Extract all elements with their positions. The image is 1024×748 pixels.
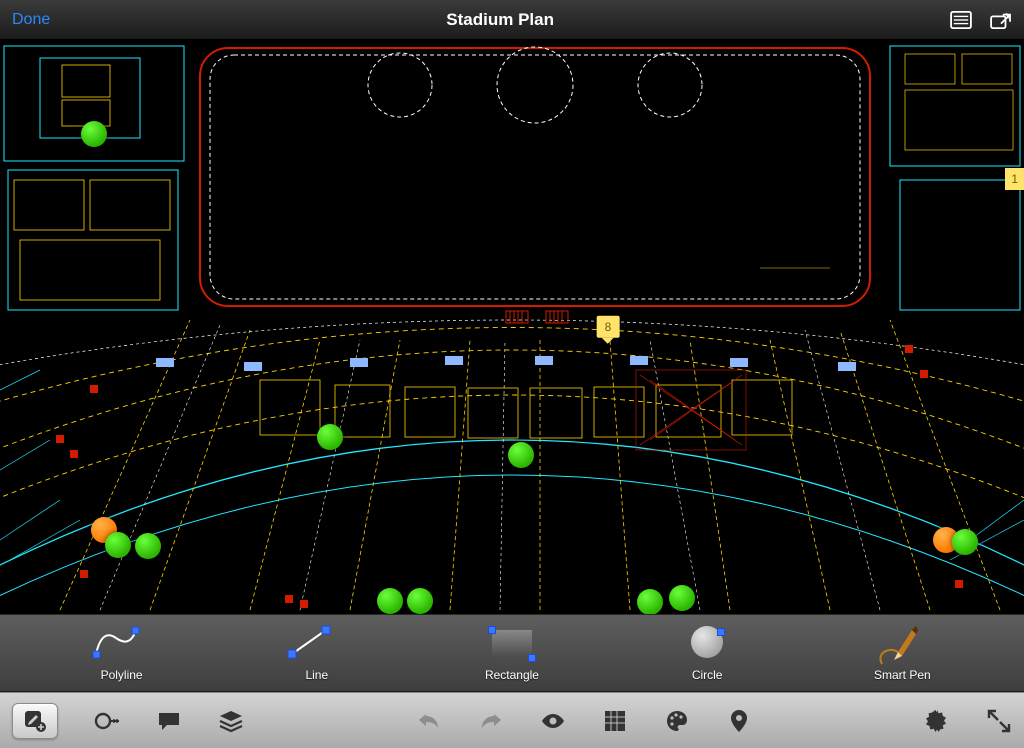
- tool-label: Circle: [692, 668, 723, 682]
- tool-circle[interactable]: Circle: [677, 624, 737, 682]
- marker-green[interactable]: [669, 585, 695, 611]
- measure-icon[interactable]: [94, 708, 120, 734]
- visibility-icon[interactable]: [540, 708, 566, 734]
- marker-green[interactable]: [508, 442, 534, 468]
- circle-icon: [677, 624, 737, 664]
- undo-icon[interactable]: [416, 708, 442, 734]
- tool-label: Line: [305, 668, 328, 682]
- marker-green[interactable]: [81, 121, 107, 147]
- bottom-action-bar: [0, 692, 1024, 748]
- palette-icon[interactable]: [664, 708, 690, 734]
- layers-icon[interactable]: [218, 708, 244, 734]
- pencil-plus-icon: [24, 710, 46, 732]
- cad-background: [0, 40, 1024, 614]
- drawing-canvas[interactable]: 8 1: [0, 40, 1024, 614]
- marker-green[interactable]: [952, 529, 978, 555]
- redo-icon[interactable]: [478, 708, 504, 734]
- tool-label: Polyline: [101, 668, 143, 682]
- location-pin-icon[interactable]: [726, 708, 752, 734]
- navbar-actions: [950, 11, 1012, 29]
- share-icon[interactable]: [990, 11, 1012, 29]
- note-edge[interactable]: 1: [1005, 168, 1024, 190]
- settings-gear-icon[interactable]: [924, 708, 950, 734]
- tool-label: Smart Pen: [874, 668, 931, 682]
- polyline-icon: [92, 624, 152, 664]
- marker-green[interactable]: [317, 424, 343, 450]
- comment-icon[interactable]: [156, 708, 182, 734]
- marker-green[interactable]: [407, 588, 433, 614]
- navbar: Done Stadium Plan: [0, 0, 1024, 40]
- annotate-button[interactable]: [12, 703, 58, 739]
- fullscreen-icon[interactable]: [986, 708, 1012, 734]
- pen-icon: [872, 624, 932, 664]
- tool-rectangle[interactable]: Rectangle: [482, 624, 542, 682]
- marker-green[interactable]: [105, 532, 131, 558]
- tool-smart-pen[interactable]: Smart Pen: [872, 624, 932, 682]
- marker-green[interactable]: [637, 589, 663, 614]
- tool-polyline[interactable]: Polyline: [92, 624, 152, 682]
- tool-label: Rectangle: [485, 668, 539, 682]
- line-icon: [287, 624, 347, 664]
- note-badge[interactable]: 8: [597, 316, 620, 338]
- tool-line[interactable]: Line: [287, 624, 347, 682]
- done-button[interactable]: Done: [12, 11, 50, 29]
- page-title: Stadium Plan: [446, 10, 554, 30]
- grid-icon[interactable]: [602, 708, 628, 734]
- marker-green[interactable]: [377, 588, 403, 614]
- marker-green[interactable]: [135, 533, 161, 559]
- list-view-icon[interactable]: [950, 11, 972, 29]
- rectangle-icon: [482, 624, 542, 664]
- drawing-tools-row: Polyline Line Rectangle Circle Smart Pen: [0, 614, 1024, 692]
